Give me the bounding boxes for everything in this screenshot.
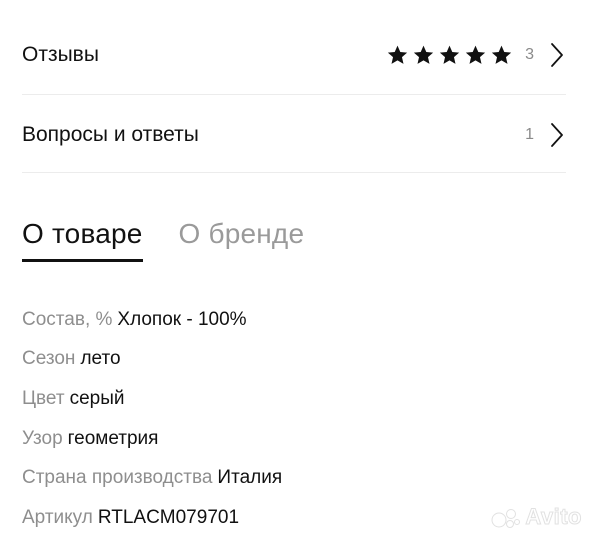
spec-value: геометрия: [67, 427, 159, 449]
tab-about-brand[interactable]: О бренде: [179, 218, 305, 262]
spec-row: Состав, % Хлопок - 100%: [22, 300, 282, 340]
spec-label: Артикул: [22, 506, 93, 528]
spec-row: Узор геометрия: [22, 419, 282, 459]
avito-logo-icon: [491, 509, 521, 528]
spec-row: Артикул RTLACM079701: [22, 498, 282, 538]
reviews-label: Отзывы: [22, 43, 99, 66]
star-icon: [438, 44, 461, 66]
spec-value: лето: [80, 348, 121, 370]
spec-value: Хлопок - 100%: [117, 308, 247, 330]
chevron-right-icon[interactable]: [550, 122, 564, 148]
divider: [22, 172, 566, 173]
qa-count: 1: [525, 126, 534, 143]
qa-label: Вопросы и ответы: [22, 123, 199, 146]
avito-watermark: Avito: [491, 504, 582, 530]
spec-row: Цвет серый: [22, 379, 282, 419]
spec-label: Страна производства: [22, 467, 213, 489]
reviews-row[interactable]: Отзывы 3: [22, 30, 564, 80]
spec-label: Сезон: [22, 348, 76, 370]
product-specs: Состав, % Хлопок - 100% Сезон лето Цвет …: [22, 300, 282, 538]
spec-label: Узор: [22, 427, 63, 449]
spec-value: серый: [69, 387, 125, 409]
spec-row: Сезон лето: [22, 340, 282, 380]
reviews-meta: 3: [386, 42, 564, 68]
star-icon: [490, 44, 513, 66]
star-icon: [386, 44, 409, 66]
watermark-text: Avito: [525, 504, 582, 530]
spec-value: RTLACM079701: [97, 506, 240, 528]
star-icon: [412, 44, 435, 66]
reviews-count: 3: [525, 46, 534, 63]
spec-row: Страна производства Италия: [22, 458, 282, 498]
star-icon: [464, 44, 487, 66]
spec-label: Цвет: [22, 387, 65, 409]
chevron-right-icon[interactable]: [550, 42, 564, 68]
qa-row[interactable]: Вопросы и ответы 1: [22, 110, 564, 160]
divider: [22, 94, 566, 95]
tab-about-product[interactable]: О товаре: [22, 218, 143, 262]
spec-value: Италия: [217, 467, 283, 489]
spec-label: Состав, %: [22, 308, 113, 330]
rating-stars: [386, 44, 513, 66]
qa-meta: 1: [525, 122, 564, 148]
tab-bar: О товаре О бренде: [22, 218, 304, 262]
